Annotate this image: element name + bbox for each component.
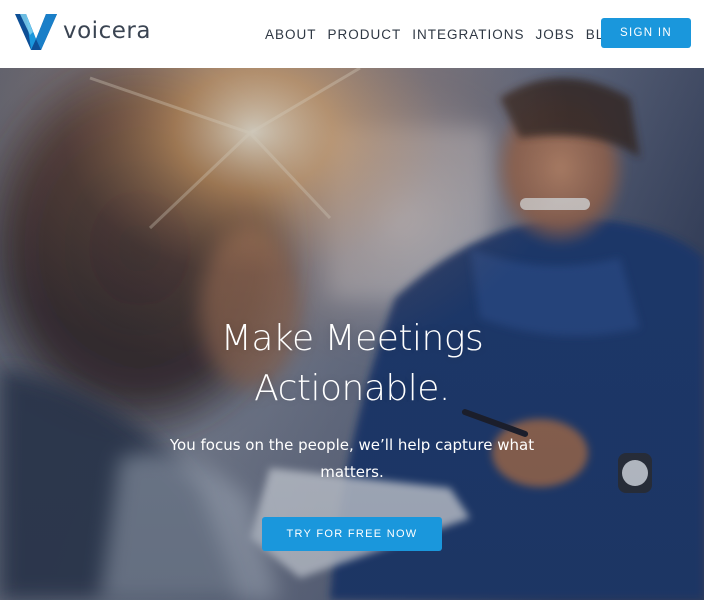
- nav-product[interactable]: PRODUCT: [328, 27, 402, 42]
- hero-section: Make Meetings Actionable. You focus on t…: [0, 68, 704, 600]
- voicera-logo[interactable]: voicera: [14, 12, 151, 52]
- landing-page: voicera ABOUT PRODUCT INTEGRATIONS JOBS …: [0, 0, 704, 600]
- nav-about[interactable]: ABOUT: [265, 27, 317, 42]
- main-nav: ABOUT PRODUCT INTEGRATIONS JOBS BLOG: [265, 24, 638, 44]
- hero-subtitle: You focus on the people, we’ll help capt…: [160, 432, 544, 486]
- brand-name: voicera: [63, 18, 151, 44]
- try-for-free-button[interactable]: TRY FOR FREE NOW: [262, 517, 442, 551]
- site-header: voicera ABOUT PRODUCT INTEGRATIONS JOBS …: [0, 0, 704, 68]
- voicera-v-logo-icon: [15, 14, 57, 50]
- sign-in-button[interactable]: SIGN IN: [601, 18, 691, 48]
- hero-headline-line1: Make Meetings: [220, 318, 484, 359]
- hero-subtitle-line1: You focus on the people, we’ll help capt…: [169, 436, 535, 454]
- nav-jobs[interactable]: JOBS: [536, 27, 575, 42]
- nav-integrations[interactable]: INTEGRATIONS: [412, 27, 524, 42]
- hero-subtitle-line2: matters.: [320, 463, 384, 481]
- hero-headline-line2: Actionable.: [254, 368, 450, 409]
- hero-headline: Make Meetings Actionable.: [0, 314, 704, 414]
